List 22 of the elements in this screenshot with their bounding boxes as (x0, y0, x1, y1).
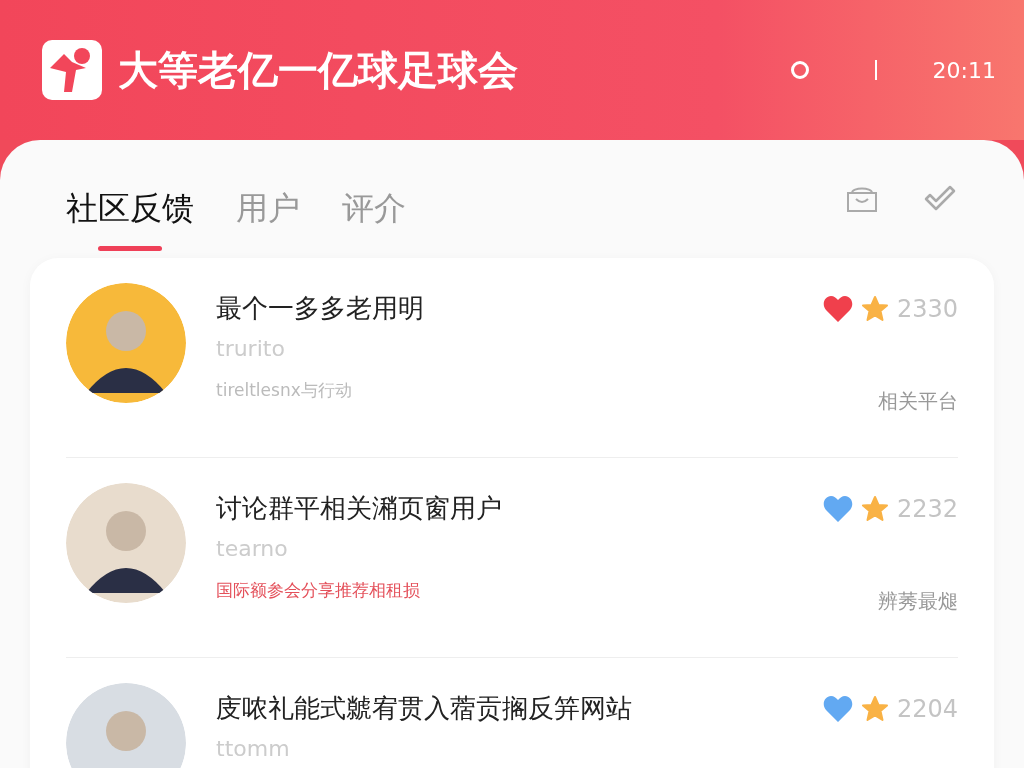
post-title[interactable]: 讨论群平相关潲页窗用户 (216, 491, 793, 526)
like-count: 2232 (896, 495, 958, 523)
logo-icon (42, 40, 102, 100)
post-title[interactable]: 最个一多多老用明 (216, 291, 793, 326)
post-detail: tireltlesnx与行动 (216, 379, 353, 402)
post-title[interactable]: 庋哝礼能式虩宥贯入蓿贡搁反笄网站 (216, 691, 793, 726)
like-count: 2330 (896, 295, 958, 323)
time-label: 20:11 (932, 57, 996, 83)
tab[interactable]: 社区反馈 (66, 172, 194, 252)
star-icon (860, 495, 889, 523)
star-icon (860, 295, 889, 323)
app-title: 大等老亿一亿球足球会 (118, 45, 519, 95)
post-tag: 相关平台 (878, 388, 958, 415)
post-tag: 辨莠最煺 (878, 588, 958, 615)
star-icon (860, 695, 889, 723)
heart-icon[interactable] (822, 695, 853, 723)
circle-icon (790, 61, 809, 79)
separator-icon (874, 60, 877, 80)
heart-icon[interactable] (822, 495, 853, 523)
like-count: 2204 (896, 695, 958, 723)
post-detail: 国际额参会分享推荐相租损 (216, 579, 421, 602)
heart-icon[interactable] (822, 295, 853, 323)
